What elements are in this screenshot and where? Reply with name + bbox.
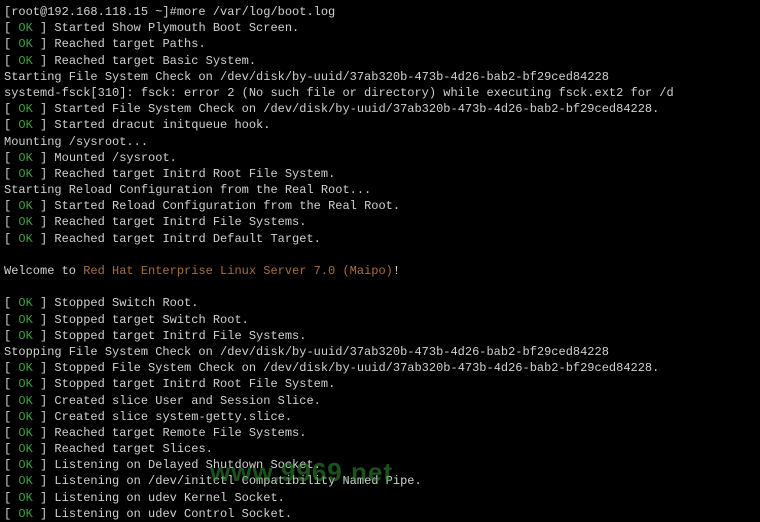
- log-line: [ OK ] Reached target Paths.: [4, 36, 756, 52]
- log-line: [ OK ] Stopped target Initrd Root File S…: [4, 376, 756, 392]
- status-ok: OK: [18, 458, 32, 472]
- log-message: Stopped target Initrd File Systems.: [54, 329, 306, 343]
- log-message: Listening on Delayed Shutdown Socket.: [54, 458, 320, 472]
- log-line: [ OK ] Reached target Remote File System…: [4, 425, 756, 441]
- log-message: Created slice User and Session Slice.: [54, 394, 320, 408]
- log-line: [ OK ] Reached target Initrd File System…: [4, 214, 756, 230]
- log-line: [ OK ] Mounted /sysroot.: [4, 150, 756, 166]
- log-message: Reached target Initrd Default Target.: [54, 232, 320, 246]
- log-line: [ OK ] Listening on udev Kernel Socket.: [4, 490, 756, 506]
- welcome-line: Welcome to Red Hat Enterprise Linux Serv…: [4, 263, 756, 279]
- status-ok: OK: [18, 232, 32, 246]
- log-line: [ OK ] Reached target Initrd Root File S…: [4, 166, 756, 182]
- log-line: [ OK ] Started Reload Configuration from…: [4, 198, 756, 214]
- welcome-suffix: !: [393, 264, 400, 278]
- log-error-line: systemd-fsck[310]: fsck: error 2 (No suc…: [4, 85, 756, 101]
- log-line: [ OK ] Started Show Plymouth Boot Screen…: [4, 20, 756, 36]
- status-ok: OK: [18, 199, 32, 213]
- log-line: Starting Reload Configuration from the R…: [4, 182, 756, 198]
- log-line: [ OK ] Listening on /dev/initctl Compati…: [4, 473, 756, 489]
- log-line: [ OK ] Started File System Check on /dev…: [4, 101, 756, 117]
- log-message: Starting File System Check on /dev/disk/…: [4, 70, 609, 84]
- log-message: Stopped target Initrd Root File System.: [54, 377, 335, 391]
- log-message: Listening on udev Kernel Socket.: [54, 491, 284, 505]
- log-line: [ OK ] Created slice system-getty.slice.: [4, 409, 756, 425]
- log-line: [ OK ] Created slice User and Session Sl…: [4, 393, 756, 409]
- status-ok: OK: [18, 410, 32, 424]
- status-ok: OK: [18, 215, 32, 229]
- log-message: Started Show Plymouth Boot Screen.: [54, 21, 299, 35]
- log-line: [ OK ] Stopped File System Check on /dev…: [4, 360, 756, 376]
- status-ok: OK: [18, 361, 32, 375]
- log-line: [ OK ] Stopped Switch Root.: [4, 295, 756, 311]
- log-line: [ OK ] Stopped target Initrd File System…: [4, 328, 756, 344]
- status-ok: OK: [18, 37, 32, 51]
- log-line: [ OK ] Listening on udev Control Socket.: [4, 506, 756, 522]
- status-ok: OK: [18, 474, 32, 488]
- status-ok: OK: [18, 329, 32, 343]
- log-line: Starting File System Check on /dev/disk/…: [4, 69, 756, 85]
- log-message: systemd-fsck[310]: fsck: error 2 (No suc…: [4, 86, 674, 100]
- log-message: Stopped target Switch Root.: [54, 313, 248, 327]
- log-line: [ OK ] Listening on Delayed Shutdown Soc…: [4, 457, 756, 473]
- status-ok: OK: [18, 313, 32, 327]
- log-line: [ OK ] Stopped target Switch Root.: [4, 312, 756, 328]
- status-ok: OK: [18, 394, 32, 408]
- status-ok: OK: [18, 491, 32, 505]
- status-ok: OK: [18, 167, 32, 181]
- log-message: Mounting /sysroot...: [4, 135, 148, 149]
- log-message: Started File System Check on /dev/disk/b…: [54, 102, 659, 116]
- log-message: Listening on udev Control Socket.: [54, 507, 292, 521]
- log-line: [ OK ] Reached target Basic System.: [4, 53, 756, 69]
- status-ok: OK: [18, 377, 32, 391]
- log-message: Started Reload Configuration from the Re…: [54, 199, 400, 213]
- log-message: Started dracut initqueue hook.: [54, 118, 270, 132]
- status-ok: OK: [18, 151, 32, 165]
- log-message: Reached target Remote File Systems.: [54, 426, 306, 440]
- log-message: Stopped Switch Root.: [54, 296, 198, 310]
- log-message: Stopping File System Check on /dev/disk/…: [4, 345, 609, 359]
- status-ok: OK: [18, 507, 32, 521]
- status-ok: OK: [18, 54, 32, 68]
- log-message: Reached target Paths.: [54, 37, 205, 51]
- command-prompt: [root@192.168.118.15 ~]#more /var/log/bo…: [4, 4, 756, 20]
- status-ok: OK: [18, 442, 32, 456]
- status-ok: OK: [18, 21, 32, 35]
- log-line: [ OK ] Started dracut initqueue hook.: [4, 117, 756, 133]
- log-message: Starting Reload Configuration from the R…: [4, 183, 371, 197]
- log-line: [ OK ] Reached target Slices.: [4, 441, 756, 457]
- log-message: Reached target Initrd File Systems.: [54, 215, 306, 229]
- status-ok: OK: [18, 118, 32, 132]
- log-line: [ OK ] Reached target Initrd Default Tar…: [4, 231, 756, 247]
- status-ok: OK: [18, 296, 32, 310]
- welcome-prefix: Welcome to: [4, 264, 83, 278]
- prompt-text: [root@192.168.118.15 ~]#more /var/log/bo…: [4, 5, 335, 19]
- log-message: Created slice system-getty.slice.: [54, 410, 292, 424]
- log-line: Mounting /sysroot...: [4, 134, 756, 150]
- log-line: Stopping File System Check on /dev/disk/…: [4, 344, 756, 360]
- blank-line: [4, 279, 756, 295]
- log-message: Reached target Basic System.: [54, 54, 256, 68]
- log-message: Listening on /dev/initctl Compatibility …: [54, 474, 421, 488]
- welcome-os: Red Hat Enterprise Linux Server 7.0 (Mai…: [83, 264, 393, 278]
- status-ok: OK: [18, 426, 32, 440]
- log-message: Reached target Initrd Root File System.: [54, 167, 335, 181]
- log-message: Stopped File System Check on /dev/disk/b…: [54, 361, 659, 375]
- log-message: Mounted /sysroot.: [54, 151, 176, 165]
- status-ok: OK: [18, 102, 32, 116]
- log-message: Reached target Slices.: [54, 442, 212, 456]
- blank-line: [4, 247, 756, 263]
